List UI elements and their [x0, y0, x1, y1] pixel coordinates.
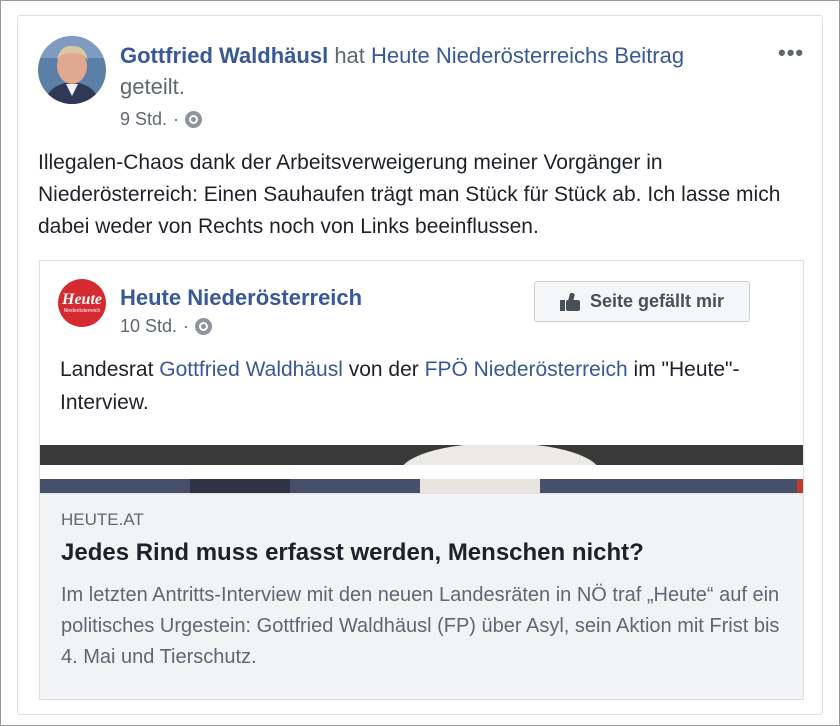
- logo-subtext: Niederösterreich: [63, 308, 101, 314]
- thumbs-up-icon: [559, 292, 580, 311]
- shared-post-text: Landesrat Gottfried Waldhäusl von der FP…: [60, 353, 780, 419]
- mention-link-party[interactable]: FPÖ Niederösterreich: [425, 358, 628, 381]
- shared-page-name[interactable]: Heute Niederösterreich: [120, 285, 362, 311]
- link-domain: HEUTE.AT: [61, 510, 144, 529]
- post-timestamp[interactable]: 9 Std.: [120, 109, 167, 130]
- shared-post: Heute Niederösterreich Heute Niederöster…: [39, 260, 804, 700]
- link-title[interactable]: Jedes Rind muss erfasst werden, Menschen…: [61, 539, 644, 567]
- meta-separator: ·: [183, 316, 190, 336]
- more-options-icon[interactable]: •••: [778, 40, 804, 66]
- shared-post-meta: 10 Std. ·: [120, 316, 213, 337]
- shared-post-link[interactable]: Beitrag: [614, 43, 684, 68]
- shared-text-middle: von der: [348, 358, 419, 381]
- author-name[interactable]: Gottfried Waldhäusl: [120, 43, 328, 68]
- post-header: Gottfried Waldhäusl hat Heute Niederöste…: [120, 40, 740, 102]
- page-logo[interactable]: Heute Niederösterreich: [58, 279, 106, 327]
- like-page-button[interactable]: Seite gefällt mir: [534, 281, 750, 322]
- like-page-label: Seite gefällt mir: [589, 291, 725, 311]
- shared-timestamp[interactable]: 10 Std.: [120, 316, 177, 337]
- shared-text-prefix: Landesrat: [60, 358, 154, 381]
- post-text: Illegalen-Chaos dank der Arbeitsverweige…: [38, 151, 781, 238]
- logo-wordmark: Heute: [62, 291, 102, 308]
- post-card: Gottfried Waldhäusl hat Heute Niederöste…: [17, 15, 823, 715]
- globe-icon[interactable]: [195, 318, 213, 335]
- link-preview[interactable]: HEUTE.AT Jedes Rind muss erfasst werden,…: [40, 493, 803, 699]
- shared-suffix: geteilt.: [120, 74, 185, 99]
- shared-page-link[interactable]: Heute Niederösterreichs: [371, 43, 608, 68]
- globe-icon[interactable]: [185, 111, 203, 128]
- shared-verb: hat: [334, 43, 365, 68]
- post-meta: 9 Std. ·: [120, 109, 203, 130]
- author-avatar[interactable]: [38, 36, 106, 104]
- mention-link-person[interactable]: Gottfried Waldhäusl: [159, 358, 343, 381]
- article-image[interactable]: [40, 445, 803, 465]
- meta-separator: ·: [173, 109, 180, 129]
- link-description: Im letzten Antritts-Interview mit den ne…: [61, 584, 780, 668]
- article-image-lower[interactable]: [40, 479, 803, 493]
